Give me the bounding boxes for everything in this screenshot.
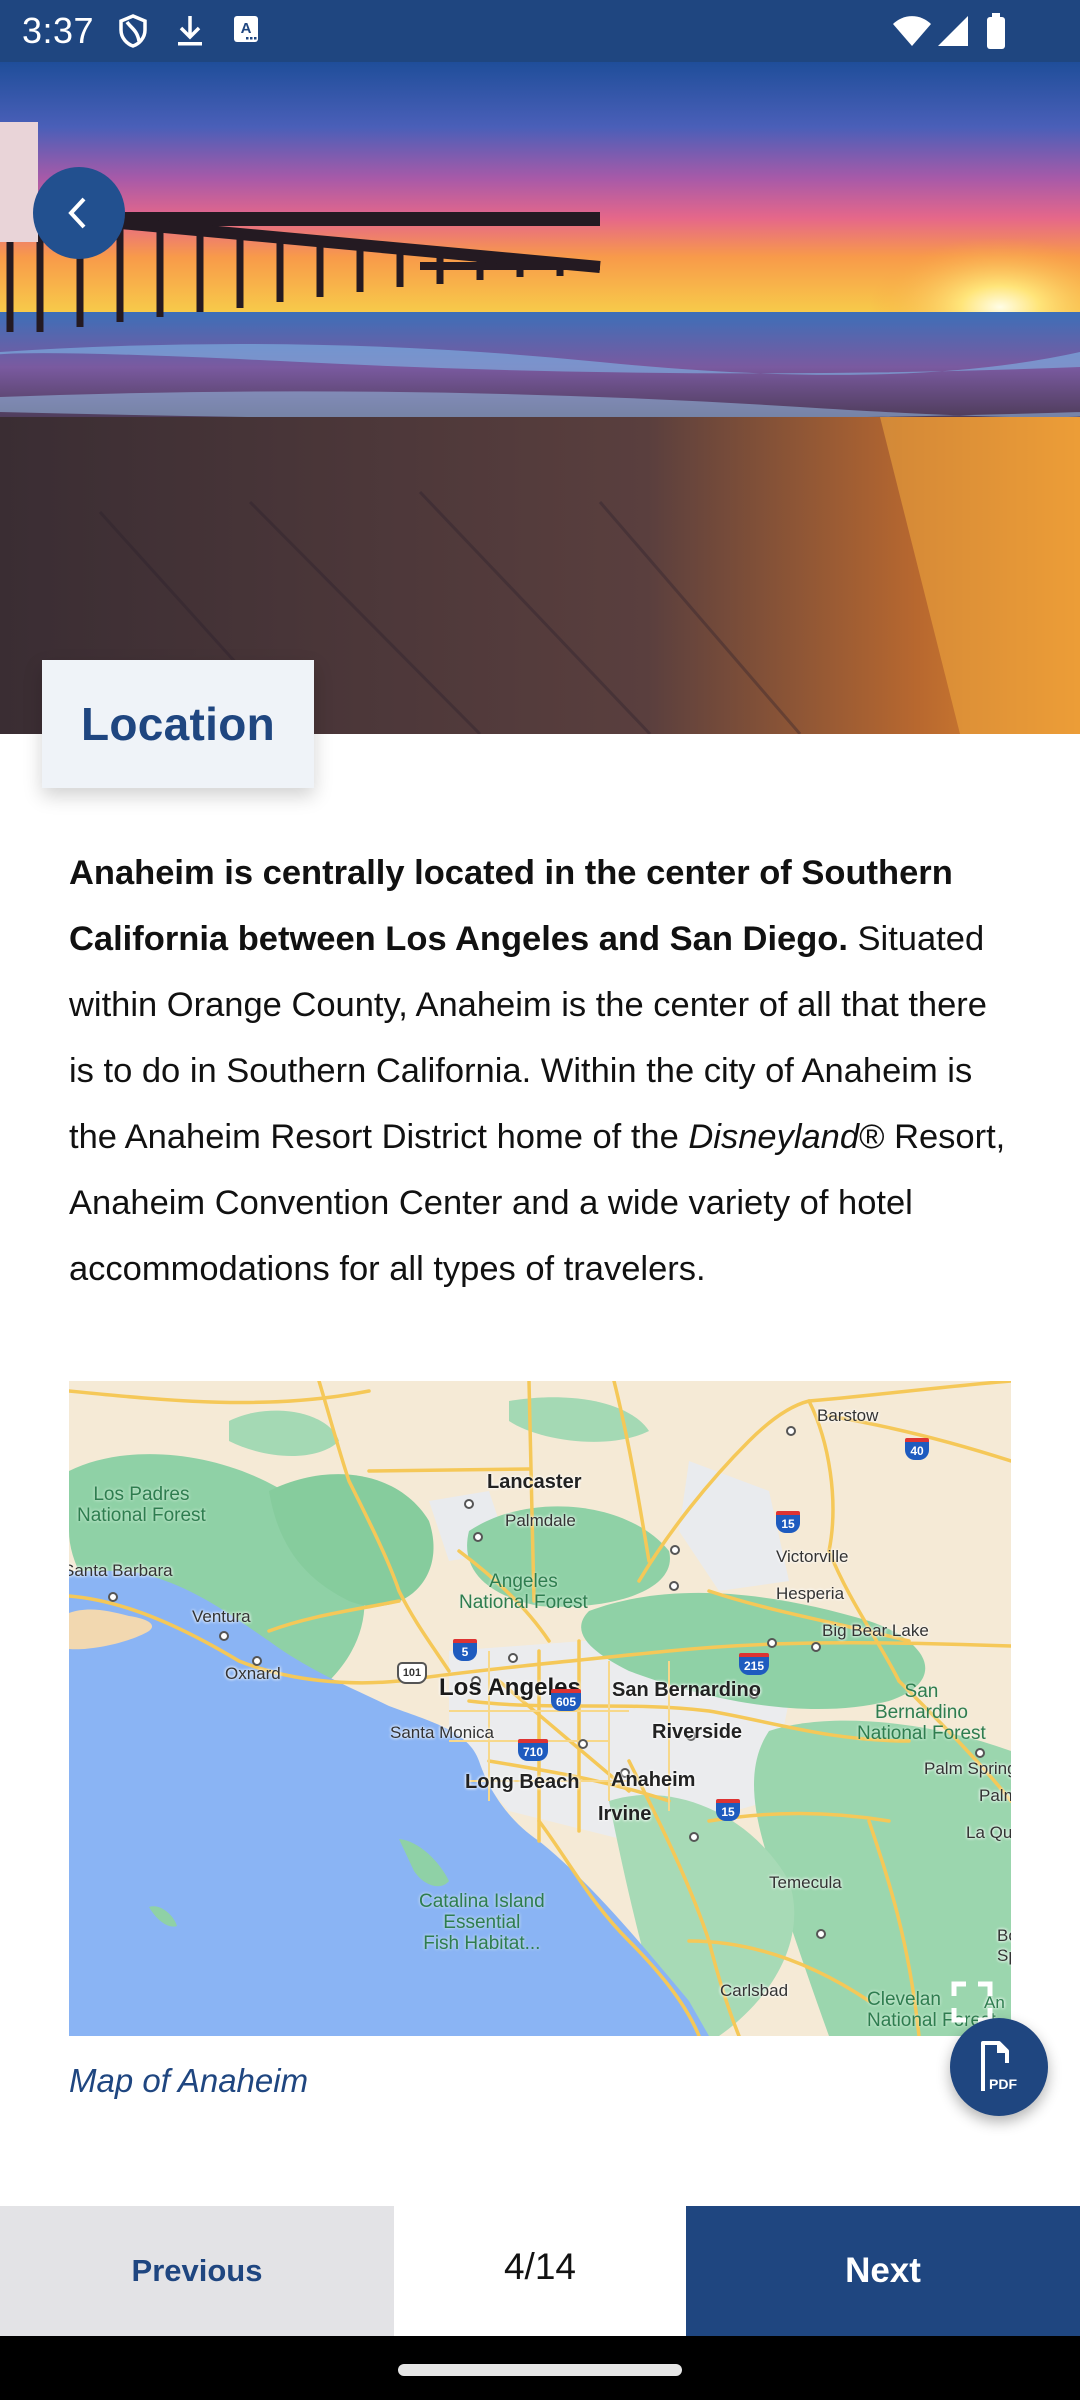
section-title-card: Location bbox=[42, 660, 314, 788]
back-button[interactable] bbox=[33, 167, 125, 259]
map-label-city: Barstow bbox=[817, 1406, 879, 1425]
map-label-park: Angeles National Forest bbox=[459, 1571, 588, 1613]
svg-text:A: A bbox=[241, 20, 252, 37]
interstate-shield: 40 bbox=[905, 1438, 929, 1460]
map-label-major-city: Anaheim bbox=[611, 1769, 696, 1791]
map-of-anaheim[interactable]: Barstow Lancaster Palmdale Victorville H… bbox=[69, 1381, 1011, 2036]
map-label-city: Santa Barbara bbox=[69, 1561, 173, 1580]
map-label-city: Victorville bbox=[776, 1547, 849, 1566]
status-bar: 3:37 A bbox=[0, 0, 1080, 62]
map-label-city: Hesperia bbox=[776, 1584, 845, 1603]
interstate-shield: 605 bbox=[551, 1689, 581, 1711]
interstate-shield: 710 bbox=[518, 1739, 548, 1761]
map-label-city: Oxnard bbox=[225, 1664, 281, 1683]
interstate-shield: 15 bbox=[776, 1511, 800, 1533]
wifi-icon bbox=[892, 14, 932, 53]
map-label-major-city: Lancaster bbox=[487, 1471, 582, 1493]
map-label-major-city: Long Beach bbox=[465, 1771, 580, 1793]
pdf-icon-label: PDF bbox=[989, 2076, 1017, 2092]
interstate-shield: 215 bbox=[739, 1653, 769, 1675]
chevron-left-icon bbox=[68, 197, 86, 229]
status-time: 3:37 bbox=[22, 10, 95, 51]
map-label-city: Palmdale bbox=[505, 1511, 576, 1530]
interstate-shield: 15 bbox=[716, 1799, 740, 1821]
shield-icon bbox=[118, 14, 148, 53]
next-button[interactable]: Next bbox=[686, 2206, 1080, 2336]
map-label-city: Bo Sp bbox=[997, 1926, 1011, 1965]
map-label-major-city: Irvine bbox=[598, 1803, 652, 1825]
us-route-shield: 101 bbox=[397, 1662, 427, 1684]
download-icon bbox=[176, 14, 204, 53]
pier-sunset-illustration bbox=[0, 62, 1080, 734]
map-label-city: Ventura bbox=[192, 1607, 251, 1626]
map-label-park: Los Padres National Forest bbox=[77, 1484, 206, 1526]
map-label-park: San Bernardino National Forest bbox=[857, 1681, 986, 1744]
accessibility-text-icon: A bbox=[233, 14, 259, 49]
pdf-icon: PDF bbox=[981, 2041, 1017, 2092]
article-lead: Anaheim is centrally located in the cent… bbox=[69, 854, 953, 958]
map-label-city: Palm Springs bbox=[924, 1759, 1011, 1778]
map-label-city: Temecula bbox=[769, 1873, 842, 1892]
map-label-major-city: San Bernardino bbox=[612, 1679, 761, 1701]
map-label-city: La Qu bbox=[966, 1823, 1011, 1842]
interstate-shield: 5 bbox=[453, 1639, 477, 1661]
map-label-park: Catalina Island Essential Fish Habitat..… bbox=[419, 1891, 545, 1954]
map-label-city: Carlsbad bbox=[720, 1981, 789, 2000]
map-label-city: Palm bbox=[979, 1786, 1011, 1805]
page-indicator: 4/14 bbox=[394, 2206, 686, 2336]
section-title: Location bbox=[80, 698, 276, 750]
home-gesture-handle[interactable] bbox=[398, 2364, 682, 2376]
map-label-city: Santa Monica bbox=[390, 1723, 494, 1742]
hero-image bbox=[0, 62, 1080, 734]
map-caption: Map of Anaheim bbox=[69, 2062, 309, 2099]
article-body: Anaheim is centrally located in the cent… bbox=[69, 840, 1019, 1302]
system-navigation-bar bbox=[0, 2336, 1080, 2400]
previous-button[interactable]: Previous bbox=[0, 2206, 394, 2336]
article-italic-brand: Disneyland bbox=[688, 1118, 860, 1156]
cell-signal-icon bbox=[936, 14, 970, 53]
fullscreen-icon bbox=[951, 1981, 993, 2023]
map-fullscreen-button[interactable] bbox=[950, 1980, 994, 2024]
download-pdf-button[interactable]: PDF bbox=[950, 2018, 1048, 2116]
battery-icon bbox=[985, 12, 1007, 55]
map-label-major-city: Riverside bbox=[652, 1721, 743, 1743]
map-label-city: Big Bear Lake bbox=[822, 1621, 929, 1640]
pager-bar: Previous 4/14 Next bbox=[0, 2206, 1080, 2336]
